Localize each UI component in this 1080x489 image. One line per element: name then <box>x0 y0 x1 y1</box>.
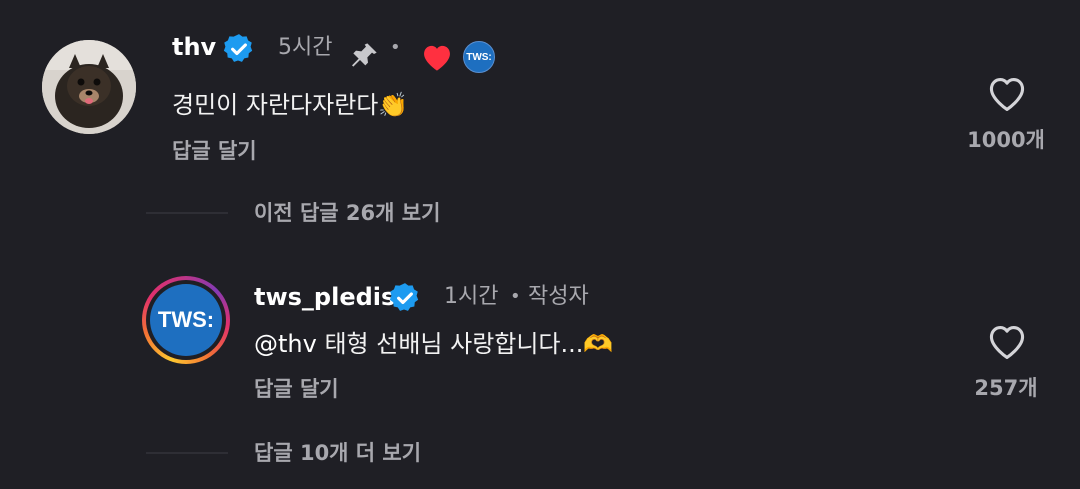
heart-hands-emoji: 🫶 <box>583 330 614 358</box>
avatar-tws-inner-ring: TWS: <box>146 280 226 360</box>
avatar-tws: TWS: <box>150 284 222 356</box>
comment-time: 1시간 <box>444 284 499 309</box>
comment-time: 5시간 <box>278 35 333 60</box>
username-thv[interactable]: thv <box>172 32 216 62</box>
like-count: 1000개 <box>967 128 1045 152</box>
mention-link[interactable]: @thv <box>254 330 317 358</box>
pin-icon <box>352 43 377 67</box>
comment-body: 경민이 자란다자란다 <box>172 91 379 119</box>
like-heart-icon[interactable] <box>986 322 1028 360</box>
clap-emoji: 👏 <box>378 91 409 119</box>
like-heart-icon[interactable] <box>986 74 1028 112</box>
avatar-tws-story-ring[interactable]: TWS: <box>142 276 230 364</box>
heart-liked-icon <box>424 45 450 71</box>
separator-dot: • <box>510 286 521 307</box>
view-previous-replies[interactable]: 이전 답글 26개 보기 <box>254 199 440 227</box>
thread-divider <box>146 452 228 454</box>
separator-dot: • <box>390 37 401 58</box>
avatar-thv[interactable] <box>42 40 136 134</box>
thread-divider <box>146 212 228 214</box>
comment-text: @thv 태형 선배님 사랑합니다...🫶 <box>254 327 613 361</box>
reply-button[interactable]: 답글 달기 <box>254 375 339 403</box>
author-tag: 작성자 <box>528 284 589 309</box>
dog-photo <box>42 40 136 134</box>
username-tws-pledis[interactable]: tws_pledis <box>254 282 395 312</box>
reply-button[interactable]: 답글 달기 <box>172 137 257 165</box>
like-count: 257개 <box>974 376 1038 400</box>
avatar-tws-text: TWS: <box>157 307 215 332</box>
creator-badge-avatar: TWS: <box>463 41 495 73</box>
creator-badge-text: TWS: <box>466 51 492 63</box>
comment-text: 경민이 자란다자란다👏 <box>172 88 408 122</box>
verified-badge-icon <box>223 34 253 62</box>
comment-body: 태형 선배님 사랑합니다... <box>316 330 584 358</box>
verified-badge-icon <box>389 283 419 311</box>
view-more-replies[interactable]: 답글 10개 더 보기 <box>254 439 421 467</box>
